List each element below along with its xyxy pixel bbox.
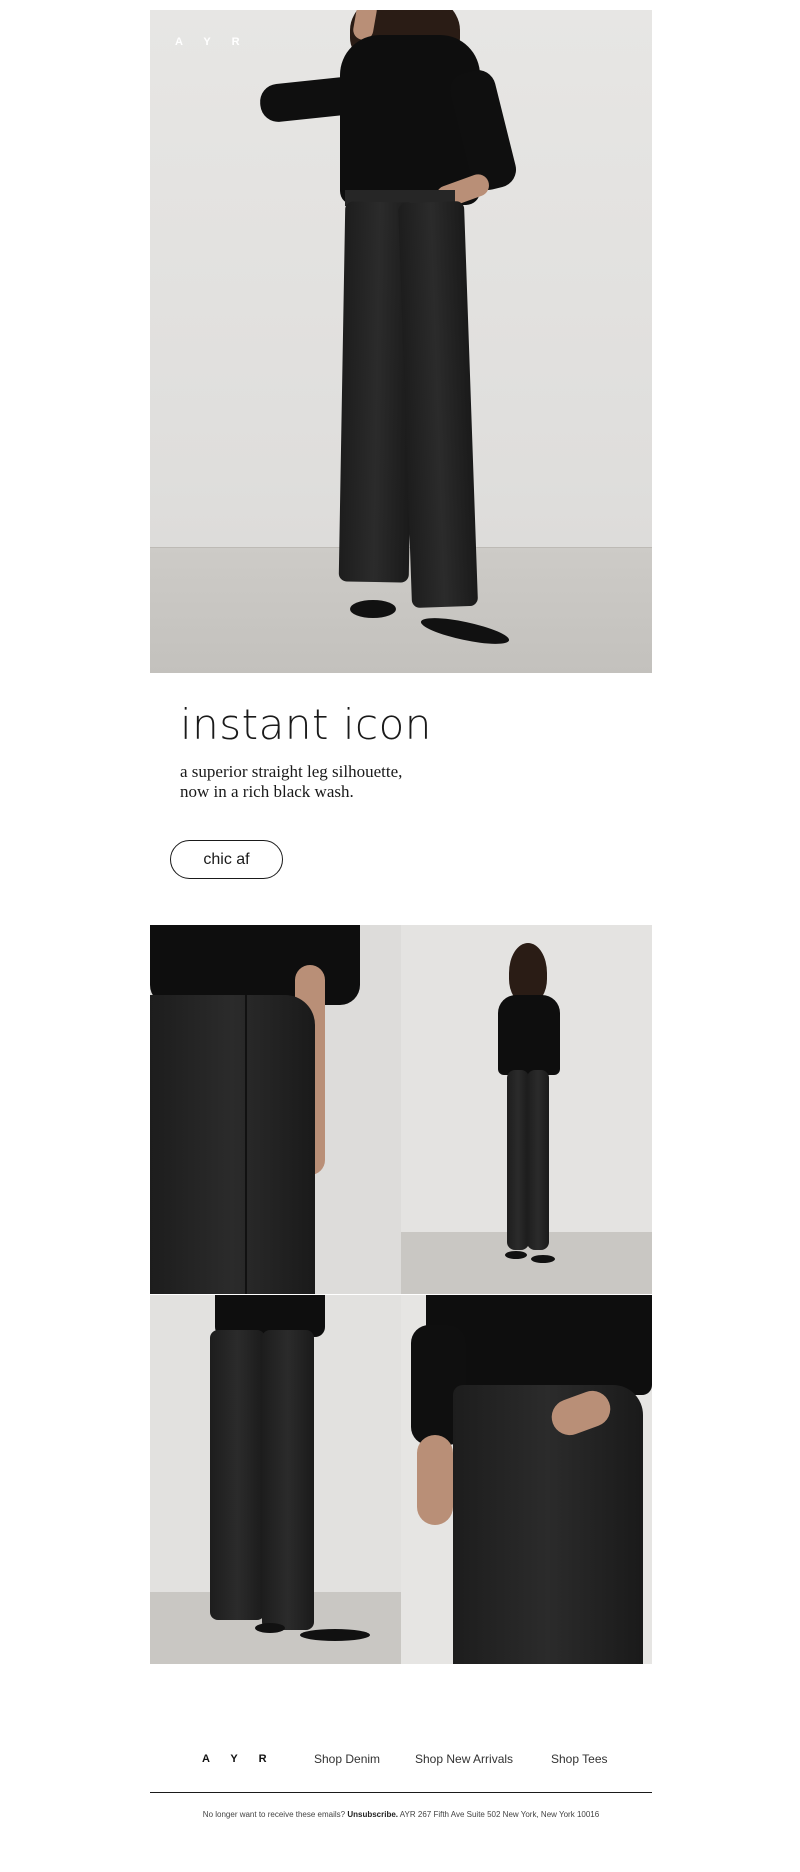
footer-nav: A Y R Shop Denim Shop New Arrivals Shop …	[150, 1748, 652, 1772]
email-container: A Y R instant icon a superior straight l…	[150, 0, 652, 1872]
brand-logo[interactable]: A Y R	[175, 36, 249, 48]
footer-logo[interactable]: A Y R	[202, 1753, 276, 1765]
tile2-left-leg	[507, 1070, 529, 1250]
tile2-right-sandal	[531, 1255, 555, 1263]
tile1-shirt	[150, 925, 360, 1005]
legal-text: No longer want to receive these emails? …	[150, 1810, 652, 1819]
tile3-left-leg	[210, 1330, 265, 1620]
hero-right-leg	[397, 200, 479, 609]
footer-divider	[150, 1792, 652, 1793]
footer-link-shop-denim[interactable]: Shop Denim	[314, 1752, 380, 1766]
tile2-shirt	[498, 995, 560, 1075]
tile3-right-leg	[262, 1330, 314, 1630]
grid-image-full-length[interactable]	[401, 925, 652, 1294]
grid-image-pocket-closeup[interactable]	[401, 1295, 652, 1664]
hero-left-sandal	[350, 600, 396, 618]
footer-link-shop-new-arrivals[interactable]: Shop New Arrivals	[415, 1752, 513, 1766]
legal-address: AYR 267 Fifth Ave Suite 502 New York, Ne…	[399, 1810, 600, 1819]
subcopy-line-2: now in a rich black wash.	[180, 782, 354, 801]
tile3-right-sandal	[300, 1629, 370, 1641]
grid-image-front-view[interactable]	[150, 1295, 401, 1664]
tile1-jeans	[150, 995, 315, 1294]
tile4-jeans	[453, 1385, 643, 1664]
tile3-left-sandal	[255, 1623, 285, 1633]
grid-image-back-view[interactable]	[150, 925, 401, 1294]
headline: instant icon	[180, 700, 432, 749]
footer-link-shop-tees[interactable]: Shop Tees	[551, 1752, 608, 1766]
cta-button[interactable]: chic af	[170, 840, 283, 879]
legal-prefix: No longer want to receive these emails?	[202, 1810, 346, 1819]
subcopy-line-1: a superior straight leg silhouette,	[180, 762, 403, 781]
tile2-right-leg	[527, 1070, 549, 1250]
promo-copy: instant icon a superior straight leg sil…	[180, 700, 630, 802]
tile2-left-sandal	[505, 1251, 527, 1259]
product-image-grid	[150, 925, 652, 1664]
tile2-hair	[509, 943, 547, 1003]
subcopy: a superior straight leg silhouette, now …	[180, 762, 630, 802]
tile1-seam	[245, 995, 247, 1294]
unsubscribe-link[interactable]: Unsubscribe.	[347, 1810, 398, 1819]
hero-image[interactable]: A Y R	[150, 10, 652, 673]
tile4-left-hand	[417, 1435, 453, 1525]
